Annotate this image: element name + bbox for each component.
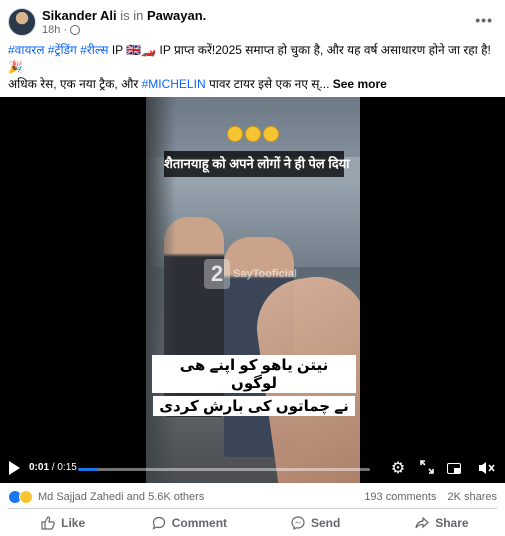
more-horizontal-icon[interactable]: ••• — [475, 12, 493, 28]
watermark-text: SayTooficial — [233, 268, 297, 280]
laughing-emoji-icon — [263, 126, 279, 143]
globe-icon — [70, 25, 81, 35]
like-button[interactable]: Like — [0, 510, 126, 536]
hashtag-links[interactable]: #वायरल #ट्रेंडिंग #रील्स — [8, 43, 109, 57]
michelin-hashtag[interactable]: #MICHELIN — [142, 77, 206, 91]
comment-label: Comment — [171, 516, 228, 530]
current-time: 0:01 — [29, 462, 50, 473]
share-button[interactable]: Share — [379, 510, 505, 536]
expand-icon[interactable] — [418, 460, 436, 478]
gear-icon[interactable]: ⚙ — [389, 460, 407, 478]
progress-bar-fill — [78, 468, 98, 471]
is-in-text: is in — [116, 8, 147, 23]
caption-line-2: 🎉 — [8, 60, 23, 74]
video-frame[interactable]: शैतानयाहू को अपने लोगों ने ही पेल दिया 2… — [146, 97, 360, 483]
caption-text-3: अधिक रेस, एक नया ट्रैक, और — [8, 77, 142, 91]
caption-line-3: अधिक रेस, एक नया ट्रैक, और #MICHELIN पाव… — [8, 76, 498, 93]
urdu-caption-line-1: نیتن یاھو کو اپنے ھی لوگوں — [152, 355, 356, 393]
total-time: / 0:15 — [49, 462, 77, 473]
post-caption: #वायरल #ट्रेंडिंग #रील्स IP 🇬🇧🏎️ IP प्रा… — [8, 42, 498, 93]
laughing-emoji-icon — [245, 126, 261, 143]
author-name[interactable]: Sikander Ali — [42, 8, 117, 23]
post-timestamp[interactable]: 18h — [42, 24, 60, 36]
urdu-caption: نیتن یاھو کو اپنے ھی لوگوں نے چماتوں کی … — [152, 355, 356, 419]
meta-separator: · — [63, 24, 68, 36]
see-more-link[interactable]: See more — [329, 77, 387, 91]
pip-inner — [454, 468, 461, 473]
haha-reaction-icon — [19, 490, 33, 504]
share-label: Share — [435, 516, 469, 530]
author-line: Sikander Ali is in Pawayan. — [42, 8, 206, 23]
hindi-caption-banner: शैतानयाहू को अपने लोगों ने ही पेल दिया — [164, 151, 350, 177]
watermark-logo: 2 — [204, 259, 230, 289]
comment-button[interactable]: Comment — [126, 510, 252, 536]
reaction-summary[interactable]: Md Sajjad Zahedi and 5.6K others — [8, 490, 204, 504]
video-time: 0:01 / 0:15 — [29, 462, 77, 473]
video-controls: 0:01 / 0:15 ⚙ — [0, 455, 505, 483]
video-player[interactable]: शैतानयाहू को अपने लोगों ने ही पेल दिया 2… — [0, 97, 505, 483]
location-link[interactable]: Pawayan. — [147, 8, 206, 23]
shares-count[interactable]: 2K shares — [447, 491, 497, 503]
caption-text-3b: पावर टायर इसे एक नए स्... — [205, 77, 330, 91]
caption-line-1: #वायरल #ट्रेंडिंग #रील्स IP 🇬🇧🏎️ IP प्रा… — [8, 42, 498, 59]
watermark: 2 SayTooficial — [204, 259, 297, 289]
picture-in-picture-icon[interactable] — [445, 460, 463, 478]
like-label: Like — [61, 516, 86, 530]
send-label: Send — [310, 516, 341, 530]
urdu-caption-line-2: نے چماتوں کی بارش کردی — [153, 396, 355, 416]
divider — [8, 508, 497, 509]
post-stats: Md Sajjad Zahedi and 5.6K others 193 com… — [0, 486, 505, 508]
volume-muted-icon[interactable] — [478, 460, 496, 478]
messenger-icon — [291, 516, 305, 530]
caption-text-1: IP 🇬🇧🏎️ IP प्राप्त करें!2025 समाप्त हो च… — [108, 43, 491, 57]
post-actions: Like Comment Send Share — [0, 510, 505, 536]
laughing-emoji-icon — [227, 126, 243, 143]
post-header: Sikander Ali is in Pawayan. 18h · ••• — [0, 0, 505, 40]
comment-icon — [152, 516, 165, 530]
progress-bar[interactable] — [78, 468, 370, 471]
share-icon — [415, 516, 430, 529]
engagement-counts: 193 comments 2K shares — [364, 491, 497, 503]
avatar[interactable] — [8, 8, 36, 36]
thumbs-up-icon — [41, 516, 55, 530]
send-button[interactable]: Send — [253, 510, 379, 536]
laughing-emoji-row — [146, 125, 360, 143]
reactors-text[interactable]: Md Sajjad Zahedi and 5.6K others — [38, 491, 204, 503]
post-meta: 18h · — [42, 24, 81, 36]
play-icon[interactable] — [9, 461, 20, 475]
comments-count[interactable]: 193 comments — [364, 491, 436, 503]
